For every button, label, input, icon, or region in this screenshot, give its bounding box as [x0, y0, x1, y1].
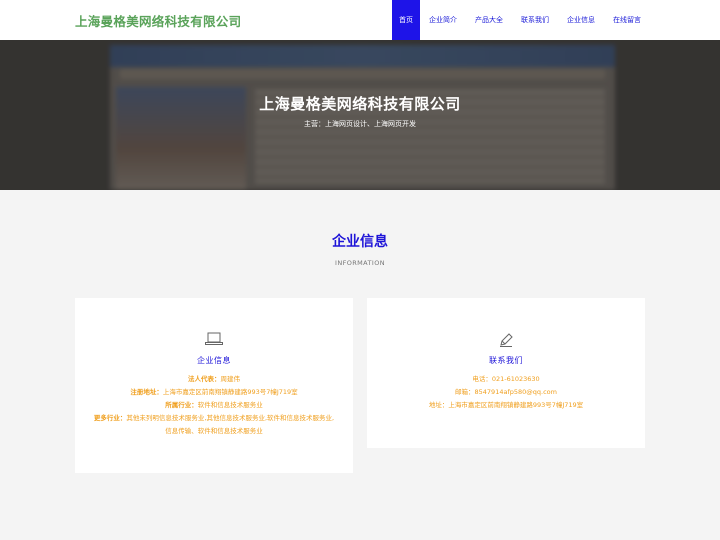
contact-phone: 电话：021-61023630 — [472, 375, 540, 383]
company-card-body: 法人代表：周建伟 注册地址：上海市嘉定区前南翔镇静建路993号7幢J719室 所… — [93, 373, 335, 438]
section-subtitle: INFORMATION — [335, 259, 385, 267]
nav-item-company-info[interactable]: 企业信息 — [558, 0, 604, 40]
hero-title: 上海曼格美网络科技有限公司 — [259, 95, 461, 113]
company-industry: 所属行业：软件和信息技术服务业 — [165, 401, 263, 409]
nav-item-contact[interactable]: 联系我们 — [512, 0, 558, 40]
contact-card: 联系我们 电话：021-61023630 邮箱：8547914afp580@qq… — [367, 298, 645, 448]
hero-overlay — [0, 40, 720, 190]
hero-subtitle: 主营：上海网页设计、上海网页开发 — [304, 120, 416, 128]
company-legal-rep: 法人代表：周建伟 — [188, 375, 240, 383]
section-title: 企业信息 — [332, 234, 388, 250]
contact-address: 地址：上海市嘉定区前南翔镇静建路993号7幢J719室 — [428, 401, 584, 409]
company-card-title: 企业信息 — [197, 356, 231, 365]
main-nav: 首页 企业简介 产品大全 联系我们 企业信息 在线留言 — [392, 0, 650, 40]
pencil-icon — [367, 332, 645, 348]
nav-item-products[interactable]: 产品大全 — [466, 0, 512, 40]
laptop-icon — [75, 332, 353, 348]
contact-card-title: 联系我们 — [489, 356, 523, 365]
company-more-industries: 更多行业：其他未列明信息技术服务业,其他信息技术服务业,软件和信息技术服务业,信… — [93, 414, 335, 435]
hero-banner: 上海曼格美网络科技有限公司 主营：上海网页设计、上海网页开发 — [0, 40, 720, 190]
company-registered-address: 注册地址：上海市嘉定区前南翔镇静建路993号7幢J719室 — [130, 388, 298, 396]
company-info-card: 企业信息 法人代表：周建伟 注册地址：上海市嘉定区前南翔镇静建路993号7幢J7… — [75, 298, 353, 473]
site-brand[interactable]: 上海曼格美网络科技有限公司 — [75, 11, 241, 30]
nav-item-home[interactable]: 首页 — [392, 0, 420, 40]
contact-email: 邮箱：8547914afp580@qq.com — [455, 388, 557, 396]
nav-item-about[interactable]: 企业简介 — [420, 0, 466, 40]
contact-card-body: 电话：021-61023630 邮箱：8547914afp580@qq.com … — [385, 373, 627, 412]
nav-item-message[interactable]: 在线留言 — [604, 0, 650, 40]
top-navbar: 上海曼格美网络科技有限公司 首页 企业简介 产品大全 联系我们 企业信息 在线留… — [0, 0, 720, 40]
